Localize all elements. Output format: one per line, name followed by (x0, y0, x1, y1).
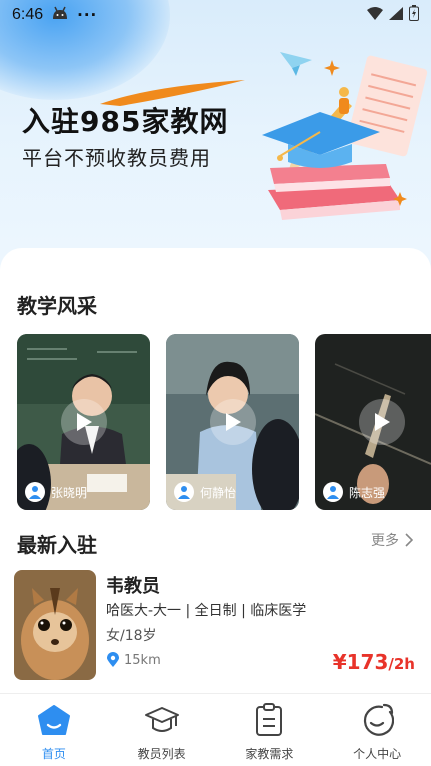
price-unit: /2h (388, 655, 415, 673)
teacher-tag: 张晓明 (25, 482, 87, 502)
teacher-name: 张晓明 (51, 485, 88, 500)
wifi-icon (367, 6, 383, 24)
android-icon (51, 6, 69, 24)
teacher-avatar-icon (323, 482, 343, 502)
tab-label: 教员列表 (137, 747, 186, 761)
latest-title: 最新入驻 (17, 533, 97, 557)
teacher-distance: 15km (106, 652, 161, 668)
status-time: 6:46 (12, 6, 44, 23)
more-label: 更多 (371, 533, 399, 549)
teacher-gender-age: 女/18岁 (106, 628, 157, 644)
chevron-right-icon (405, 533, 413, 547)
video-card[interactable]: 陈志强 (315, 334, 431, 510)
teacher-avatar-icon (174, 482, 194, 502)
teacher-photo (14, 570, 96, 680)
more-notifications-icon: ··· (77, 6, 98, 24)
hero-banner[interactable]: 6:46 ··· 入驻985家教网 平台不预收教员费用 (0, 0, 431, 290)
play-icon (76, 413, 92, 431)
showcase-title: 教学风采 (17, 294, 97, 318)
signal-icon (389, 6, 403, 24)
tab-teacher-list[interactable]: 教员列表 (108, 694, 216, 766)
teacher-card[interactable]: 韦教员 哈医大-大一 | 全日制 | 临床医学 女/18岁 15km ¥173/… (14, 570, 417, 682)
home-icon (36, 702, 72, 738)
teacher-name: 韦教员 (106, 576, 160, 597)
tab-tutoring-needs[interactable]: 家教需求 (216, 694, 324, 766)
tab-label: 个人中心 (353, 747, 402, 761)
tab-label: 首页 (41, 747, 66, 761)
status-bar: 6:46 ··· (0, 0, 431, 30)
hero-title: 入驻985家教网 (22, 105, 229, 138)
teacher-name: 何静怡 (200, 485, 237, 500)
teacher-price: ¥173/2h (333, 650, 415, 674)
play-button[interactable] (359, 399, 405, 445)
teacher-name: 陈志强 (349, 485, 386, 500)
play-icon (225, 413, 241, 431)
graduation-cap-icon (144, 702, 180, 738)
tab-profile[interactable]: 个人中心 (323, 694, 431, 766)
main-content: 教学风采 张晓明 何静怡 陈志强 最新入驻 更多 韦教员 哈医大-大一 | 全日… (0, 248, 431, 693)
tab-label: 家教需求 (245, 747, 294, 761)
profile-icon (359, 702, 395, 738)
teacher-info: 哈医大-大一 | 全日制 | 临床医学 (106, 603, 307, 619)
more-link[interactable]: 更多 (371, 530, 413, 550)
video-card[interactable]: 张晓明 (17, 334, 150, 510)
tab-home[interactable]: 首页 (0, 694, 108, 766)
bottom-tab-bar: 首页 教员列表 家教需求 个人中心 (0, 693, 431, 766)
teacher-tag: 陈志强 (323, 482, 385, 502)
play-button[interactable] (209, 399, 256, 445)
distance-value: 15km (124, 652, 161, 668)
price-value: ¥173 (332, 650, 389, 674)
graduation-books-illustration (262, 52, 428, 220)
hero-subtitle: 平台不预收教员费用 (22, 146, 211, 170)
teacher-tag: 何静怡 (174, 482, 236, 502)
play-icon (375, 413, 390, 431)
battery-icon (409, 5, 419, 25)
play-button[interactable] (60, 399, 107, 445)
teacher-avatar-icon (25, 482, 45, 502)
location-pin-icon (107, 652, 119, 667)
clipboard-icon (251, 702, 287, 738)
video-card[interactable]: 何静怡 (166, 334, 299, 510)
